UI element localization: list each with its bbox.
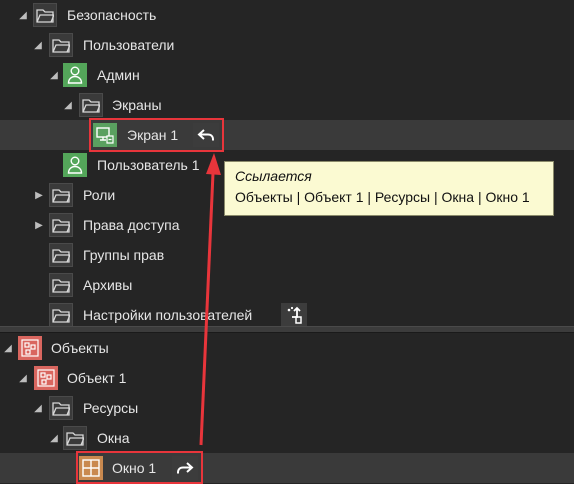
expanded-chevron-icon[interactable]: ◢ — [17, 9, 29, 21]
panel-splitter[interactable] — [0, 326, 574, 333]
tree-node-screens[interactable]: ◢ Экраны — [0, 90, 574, 120]
tree-node-label: Права доступа — [83, 217, 180, 233]
tooltip-title: Ссылается — [235, 168, 312, 184]
tree-node-object1[interactable]: ◢ Объект 1 — [0, 363, 574, 393]
tree-node-security[interactable]: ◢ Безопасность — [0, 0, 574, 30]
corner-arrow-icon[interactable] — [281, 303, 307, 327]
user-icon — [63, 153, 87, 177]
folder-icon — [49, 213, 73, 237]
tree-node-label: Безопасность — [67, 7, 157, 23]
folder-icon — [63, 426, 87, 450]
folder-icon — [79, 93, 103, 117]
tree-node-label: Настройки пользователей — [83, 307, 253, 323]
folder-icon — [49, 303, 73, 327]
tree-node-label: Ресурсы — [83, 400, 139, 416]
expanded-chevron-icon[interactable]: ◢ — [32, 39, 44, 51]
reference-tooltip: Ссылается Объекты | Объект 1 | Ресурсы |… — [224, 161, 554, 216]
tree-node-window1[interactable]: Окно 1 — [0, 453, 574, 483]
tree-node-label: Роли — [83, 187, 116, 203]
tree-node-label: Группы прав — [83, 247, 165, 263]
window-icon — [79, 456, 103, 480]
tree-node-users[interactable]: ◢ Пользователи — [0, 30, 574, 60]
objects-tree-panel: ◢ Объекты ◢ Объект 1 ◢ Ресурсы ◢ Окна Ок… — [0, 333, 574, 484]
tree-node-label: Пользователь 1 — [97, 157, 200, 173]
tree-node-windows[interactable]: ◢ Окна — [0, 423, 574, 453]
tree-node-objects[interactable]: ◢ Объекты — [0, 333, 574, 363]
tree-node-label: Админ — [97, 67, 140, 83]
tree-node-label: Архивы — [83, 277, 133, 293]
tooltip-reference-path: Объекты | Объект 1 | Ресурсы | Окна | Ок… — [235, 189, 530, 205]
expanded-chevron-icon[interactable]: ◢ — [62, 99, 74, 111]
expanded-chevron-icon[interactable]: ◢ — [32, 402, 44, 414]
folder-icon — [49, 396, 73, 420]
folder-icon — [49, 183, 73, 207]
expanded-chevron-icon[interactable]: ◢ — [17, 372, 29, 384]
expanded-chevron-icon[interactable]: ◢ — [2, 342, 14, 354]
expanded-chevron-icon[interactable]: ◢ — [48, 69, 60, 81]
folder-icon — [49, 243, 73, 267]
tree-node-admin[interactable]: ◢ Админ — [0, 60, 574, 90]
collapsed-chevron-icon[interactable]: ▶ — [33, 189, 45, 201]
tree-node-label: Экран 1 — [127, 127, 179, 143]
user-icon — [63, 63, 87, 87]
undo-arrow-icon[interactable] — [193, 123, 219, 147]
tree-node-label: Окно 1 — [112, 460, 157, 476]
object-icon — [18, 336, 42, 360]
object-icon — [34, 366, 58, 390]
tree-node-resources[interactable]: ◢ Ресурсы — [0, 393, 574, 423]
folder-icon — [49, 273, 73, 297]
redo-arrow-icon[interactable] — [172, 456, 198, 480]
tree-node-rights-groups[interactable]: Группы прав — [0, 240, 574, 270]
tree-node-screen1[interactable]: Экран 1 — [0, 120, 574, 150]
tree-node-label: Пользователи — [83, 37, 175, 53]
tree-node-label: Экраны — [112, 97, 162, 113]
collapsed-chevron-icon[interactable]: ▶ — [33, 219, 45, 231]
folder-icon — [49, 33, 73, 57]
tree-node-label: Объект 1 — [67, 370, 127, 386]
screen-icon — [93, 123, 117, 147]
tree-node-label: Окна — [97, 430, 130, 446]
folder-icon — [33, 3, 57, 27]
expanded-chevron-icon[interactable]: ◢ — [48, 432, 60, 444]
tree-node-archives[interactable]: Архивы — [0, 270, 574, 300]
tree-node-label: Объекты — [51, 340, 109, 356]
